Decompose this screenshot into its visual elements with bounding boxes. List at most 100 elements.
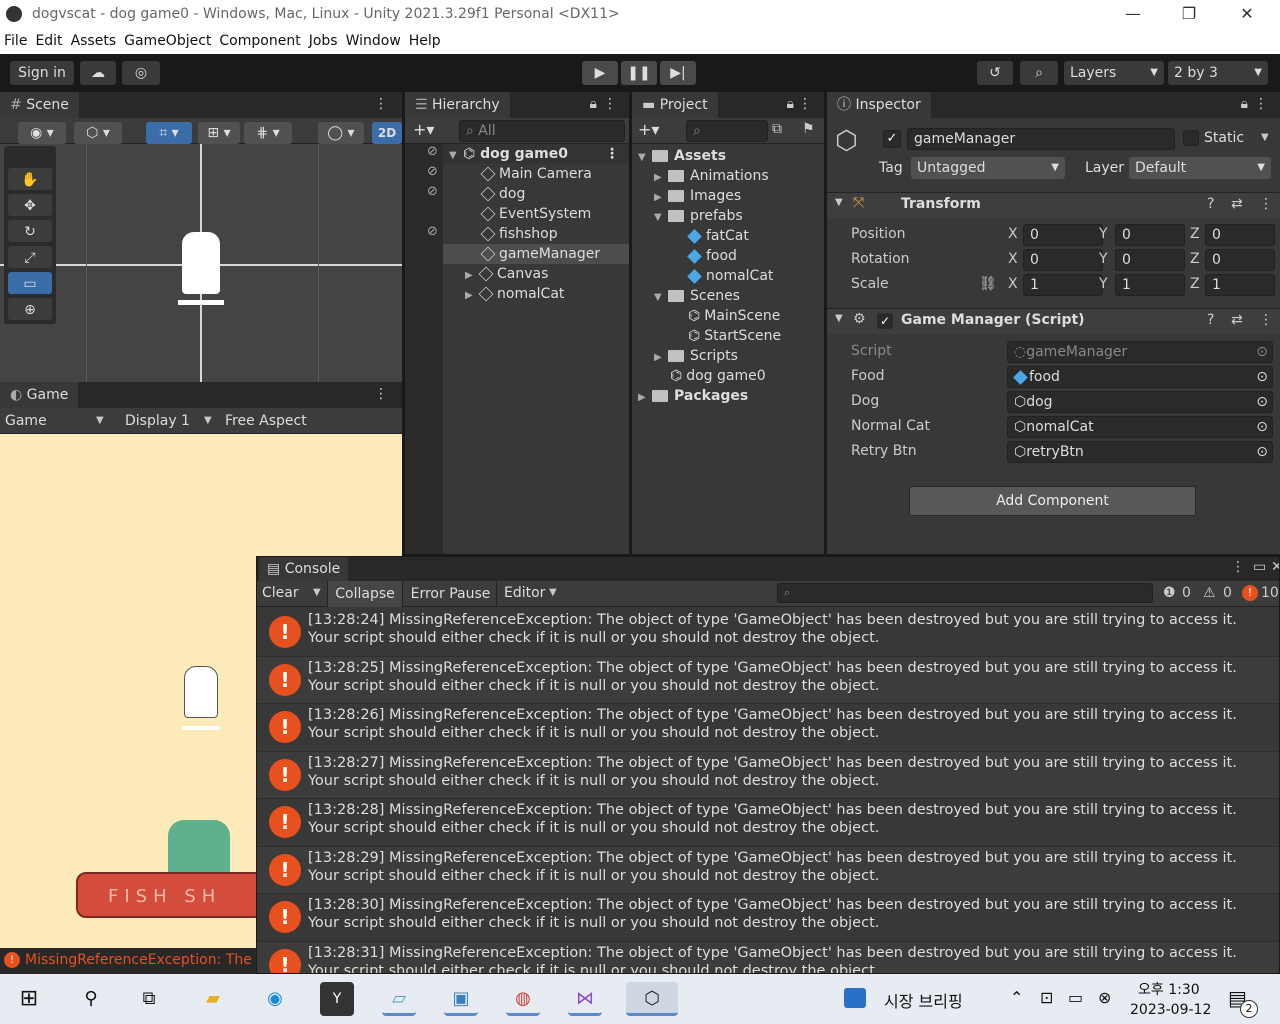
move-tool-icon[interactable]: ✥ bbox=[8, 194, 52, 216]
object-picker-icon[interactable]: ⊙ bbox=[1256, 367, 1268, 387]
hierarchy-item-main-camera[interactable]: Main Camera bbox=[443, 164, 629, 184]
shading-icon[interactable]: ⬡ ▾ bbox=[74, 122, 122, 144]
chrome-icon[interactable]: ◍ bbox=[506, 982, 540, 1016]
clear-button[interactable]: Clear bbox=[262, 585, 299, 601]
transform-header[interactable]: ▼ ⤧ Transform ? ⇄ ⋮ bbox=[827, 192, 1280, 218]
warning-icon[interactable]: ⚠ bbox=[1203, 585, 1216, 601]
play-button[interactable]: ▶ bbox=[582, 61, 618, 85]
mode-2d-button[interactable]: 2D bbox=[372, 122, 402, 144]
object-picker-icon[interactable]: ⊙ bbox=[1256, 417, 1268, 437]
preset-icon[interactable]: ⇄ bbox=[1231, 196, 1243, 212]
log-entry[interactable]: ! [13:28:31] MissingReferenceException: T… bbox=[257, 941, 1279, 973]
minimize-icon[interactable]: — bbox=[1118, 4, 1148, 23]
filter-icon[interactable]: ⧉ bbox=[772, 121, 782, 137]
position-x-field[interactable]: 0 bbox=[1023, 224, 1103, 246]
clock-time[interactable]: 오후 1:30 bbox=[1138, 979, 1200, 999]
pause-button[interactable]: ❚❚ bbox=[621, 61, 657, 85]
maximize-icon[interactable]: ▭ bbox=[1253, 559, 1266, 575]
info-icon[interactable]: ❶ bbox=[1163, 585, 1176, 601]
rotate-tool-icon[interactable]: ↻ bbox=[8, 220, 52, 242]
step-button[interactable]: ▶| bbox=[660, 61, 696, 85]
chevron-down-icon[interactable]: ▼ bbox=[313, 587, 321, 598]
scene-viewport[interactable]: ✋ ✥ ↻ ⤢ ▭ ⊕ bbox=[0, 144, 402, 382]
rotation-y-field[interactable]: 0 bbox=[1115, 249, 1185, 271]
log-entry[interactable]: ! [13:28:25] MissingReferenceException: T… bbox=[257, 656, 1279, 704]
edge-icon[interactable]: ◉ bbox=[258, 982, 292, 1016]
project-search-input[interactable]: ⌕ bbox=[686, 120, 768, 142]
prefab-nomalcat[interactable]: nomalCat bbox=[632, 266, 824, 286]
hierarchy-item-fishshop[interactable]: fishshop bbox=[443, 224, 629, 244]
log-entry[interactable]: ! [13:28:28] MissingReferenceException: T… bbox=[257, 799, 1279, 847]
static-checkbox[interactable] bbox=[1183, 130, 1199, 146]
clock-date[interactable]: 2023-09-12 bbox=[1130, 1002, 1211, 1018]
hierarchy-item-dog[interactable]: dog bbox=[443, 184, 629, 204]
menu-jobs[interactable]: Jobs bbox=[305, 30, 342, 49]
normal-cat-field[interactable]: ⬡nomalCat ⊙ bbox=[1007, 416, 1273, 438]
sign-in-button[interactable]: Sign in bbox=[10, 61, 74, 85]
console-search-input[interactable]: ⌕ bbox=[777, 583, 1153, 603]
position-z-field[interactable]: 0 bbox=[1205, 224, 1275, 246]
link-icon[interactable]: ⛓ bbox=[979, 276, 997, 292]
tab-console[interactable]: ▤ Console bbox=[259, 557, 349, 581]
scale-x-field[interactable]: 1 bbox=[1023, 274, 1103, 296]
more-icon[interactable]: ⋮ bbox=[1231, 559, 1245, 575]
ime-icon[interactable]: ⊡ bbox=[1040, 988, 1053, 1007]
log-entry[interactable]: ! [13:28:26] MissingReferenceException: T… bbox=[257, 704, 1279, 752]
more-icon[interactable]: ⋮ bbox=[1254, 96, 1268, 112]
hidden-eye-icon[interactable]: ⊘ bbox=[427, 224, 438, 239]
more-icon[interactable]: ⋮ bbox=[798, 96, 812, 112]
aspect-dropdown[interactable]: Free Aspect bbox=[225, 413, 307, 429]
scale-z-field[interactable]: 1 bbox=[1205, 274, 1275, 296]
transform-tool-icon[interactable]: ⊕ bbox=[8, 298, 52, 320]
visual-studio-icon[interactable]: ⋈ bbox=[568, 982, 602, 1016]
hierarchy-item-canvas[interactable]: ▶ Canvas bbox=[443, 264, 629, 284]
more-icon[interactable]: ⋮ bbox=[374, 386, 388, 402]
lock-icon[interactable]: 🔒︎ bbox=[590, 96, 597, 112]
menu-assets[interactable]: Assets bbox=[67, 30, 121, 49]
log-entry[interactable]: ! [13:28:27] MissingReferenceException: T… bbox=[257, 751, 1279, 799]
layers-dropdown[interactable]: Layers ▼ bbox=[1064, 61, 1164, 85]
scene-startscene[interactable]: ⌬ StartScene bbox=[632, 326, 824, 346]
cat-sprite[interactable] bbox=[182, 232, 220, 294]
add-icon[interactable]: +▾ bbox=[638, 120, 659, 139]
folder-scenes[interactable]: ▼ Scenes bbox=[632, 286, 824, 306]
dog-field[interactable]: ⬡dog ⊙ bbox=[1007, 391, 1273, 413]
prefab-food[interactable]: food bbox=[632, 246, 824, 266]
collab-icon[interactable]: ◎ bbox=[122, 61, 160, 85]
add-component-button[interactable]: Add Component bbox=[909, 486, 1196, 516]
enabled-checkbox[interactable]: ✓ bbox=[877, 313, 893, 329]
close-icon[interactable]: ✕ bbox=[1232, 4, 1262, 23]
favorites-icon[interactable]: ⚑ bbox=[802, 121, 815, 137]
game-view-dropdown[interactable]: Game bbox=[5, 413, 47, 429]
draw-mode-icon[interactable]: ◉ ▾ bbox=[18, 122, 66, 144]
display-dropdown[interactable]: Display 1 bbox=[125, 413, 190, 429]
more-icon[interactable]: ⋮ bbox=[374, 96, 388, 112]
help-icon[interactable]: ? bbox=[1207, 196, 1214, 212]
lock-icon[interactable]: 🔒︎ bbox=[787, 96, 794, 112]
log-entry[interactable]: ! [13:28:29] MissingReferenceException: T… bbox=[257, 846, 1279, 894]
show-hidden-icons[interactable]: ⌃ bbox=[1010, 988, 1023, 1007]
close-icon[interactable]: ✕ bbox=[1271, 559, 1279, 575]
gizmo-toggle-icon[interactable]: ⌗ ▾ bbox=[146, 122, 192, 144]
folder-scripts[interactable]: ▶ Scripts bbox=[632, 346, 824, 366]
scale-tool-icon[interactable]: ⤢ bbox=[8, 246, 52, 268]
layer-dropdown[interactable]: Default ▼ bbox=[1129, 157, 1271, 179]
more-icon[interactable]: ⋮ bbox=[1259, 312, 1273, 328]
hierarchy-item-eventsystem[interactable]: EventSystem bbox=[443, 204, 629, 224]
menu-help[interactable]: Help bbox=[405, 30, 445, 49]
menu-window[interactable]: Window bbox=[342, 30, 405, 49]
more-icon[interactable]: ⋮ bbox=[1259, 196, 1273, 212]
script-component-header[interactable]: ▼ ⚙ ✓ Game Manager (Script) ? ⇄ ⋮ bbox=[827, 308, 1280, 334]
volume-muted-icon[interactable]: ⊗ bbox=[1098, 988, 1111, 1007]
unity-icon[interactable]: ⬡ bbox=[626, 982, 678, 1016]
windows-start-icon[interactable]: ⊞ bbox=[12, 982, 46, 1016]
task-view-icon[interactable]: ⧉ bbox=[132, 982, 166, 1016]
scene-root-item[interactable]: ▼ ⌬ dog game0 ⋮ bbox=[443, 144, 629, 164]
layout-dropdown[interactable]: 2 by 3 ▼ bbox=[1168, 61, 1268, 85]
scene-mainscene[interactable]: ⌬ MainScene bbox=[632, 306, 824, 326]
add-icon[interactable]: +▾ bbox=[413, 120, 434, 139]
position-y-field[interactable]: 0 bbox=[1115, 224, 1185, 246]
collapse-toggle[interactable]: Collapse bbox=[327, 581, 403, 607]
cloud-icon[interactable]: ☁ bbox=[80, 61, 116, 85]
notes-app-icon[interactable]: ▱ bbox=[382, 982, 416, 1016]
